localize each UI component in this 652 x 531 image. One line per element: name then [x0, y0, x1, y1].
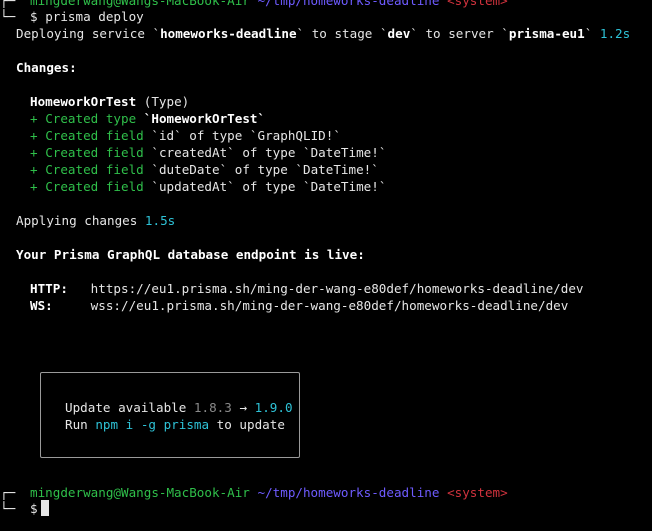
type-name: HomeworkOrTest [30, 94, 137, 109]
stage-name: dev [387, 26, 411, 41]
ws-url[interactable]: wss://eu1.prisma.sh/ming-der-wang-e80def… [91, 298, 569, 313]
old-version: 1.8.3 [193, 400, 232, 415]
update-notice-box: Update available 1.8.3 → 1.9.0 Run npm i… [40, 372, 300, 458]
change-item: + Created field `id` of type `GraphQLID!… [30, 128, 341, 143]
command-line: $ prisma deploy [30, 8, 144, 25]
prompt-user-host: mingderwang@Wangs-MacBook-Air [30, 0, 250, 8]
update-command-line: Run npm i -g prisma to update [65, 417, 285, 432]
command-text: prisma deploy [45, 9, 144, 24]
input-line[interactable]: $ [30, 500, 38, 517]
type-kind: (Type) [143, 94, 190, 109]
prompt-symbol: $ [30, 9, 38, 24]
prompt-tag: <system> [447, 0, 508, 8]
changes-header: Changes: [16, 60, 77, 75]
prompt-path: ~/tmp/homeworks-deadline [257, 0, 440, 8]
terminal-window[interactable]: ┌─ mingderwang@Wangs-MacBook-Air ~/tmp/h… [0, 0, 652, 531]
ws-label: WS: [30, 298, 53, 313]
service-name: homeworks-deadline [160, 26, 297, 41]
change-item: + Created field `createdAt` of type `Dat… [30, 145, 387, 160]
change-item: + Created field `updatedAt` of type `Dat… [30, 179, 387, 194]
ws-endpoint-line: WS: wss://eu1.prisma.sh/ming-der-wang-e8… [30, 297, 568, 314]
new-version: 1.9.0 [254, 400, 293, 415]
prompt-bottom-line: mingderwang@Wangs-MacBook-Air ~/tmp/home… [30, 484, 508, 501]
change-item: + Created field `duteDate` of type `Date… [30, 162, 379, 177]
prompt-symbol: $ [30, 501, 38, 516]
applying-time: 1.5s [144, 213, 176, 228]
deploy-line: Deploying service `homeworks-deadline` t… [16, 26, 631, 41]
change-item: + Created type `HomeworkOrTest` [30, 111, 266, 126]
update-available-line: Update available 1.8.3 → 1.9.0 [65, 400, 293, 415]
http-endpoint-line: HTTP: https://eu1.prisma.sh/ming-der-wan… [30, 280, 584, 297]
update-command: npm i -g prisma [95, 417, 210, 432]
prompt-corner-bottom: └─ [0, 501, 16, 516]
type-header: HomeworkOrTest (Type) [30, 93, 189, 110]
prompt-corner: ┌─ [0, 485, 16, 500]
deploy-time: 1.2s [599, 26, 631, 41]
http-label: HTTP: [30, 281, 68, 296]
text-cursor[interactable] [41, 500, 49, 516]
prompt-tag: <system> [447, 485, 508, 500]
server-name: prisma-eu1 [508, 26, 585, 41]
prompt-corner-bottom: └─ [0, 9, 16, 24]
http-url[interactable]: https://eu1.prisma.sh/ming-der-wang-e80d… [91, 281, 584, 296]
prompt-user-host: mingderwang@Wangs-MacBook-Air [30, 485, 250, 500]
applying-line: Applying changes 1.5s [16, 213, 176, 228]
endpoint-header: Your Prisma GraphQL database endpoint is… [16, 247, 365, 262]
arrow-icon: → [239, 400, 248, 415]
prompt-path: ~/tmp/homeworks-deadline [257, 485, 440, 500]
